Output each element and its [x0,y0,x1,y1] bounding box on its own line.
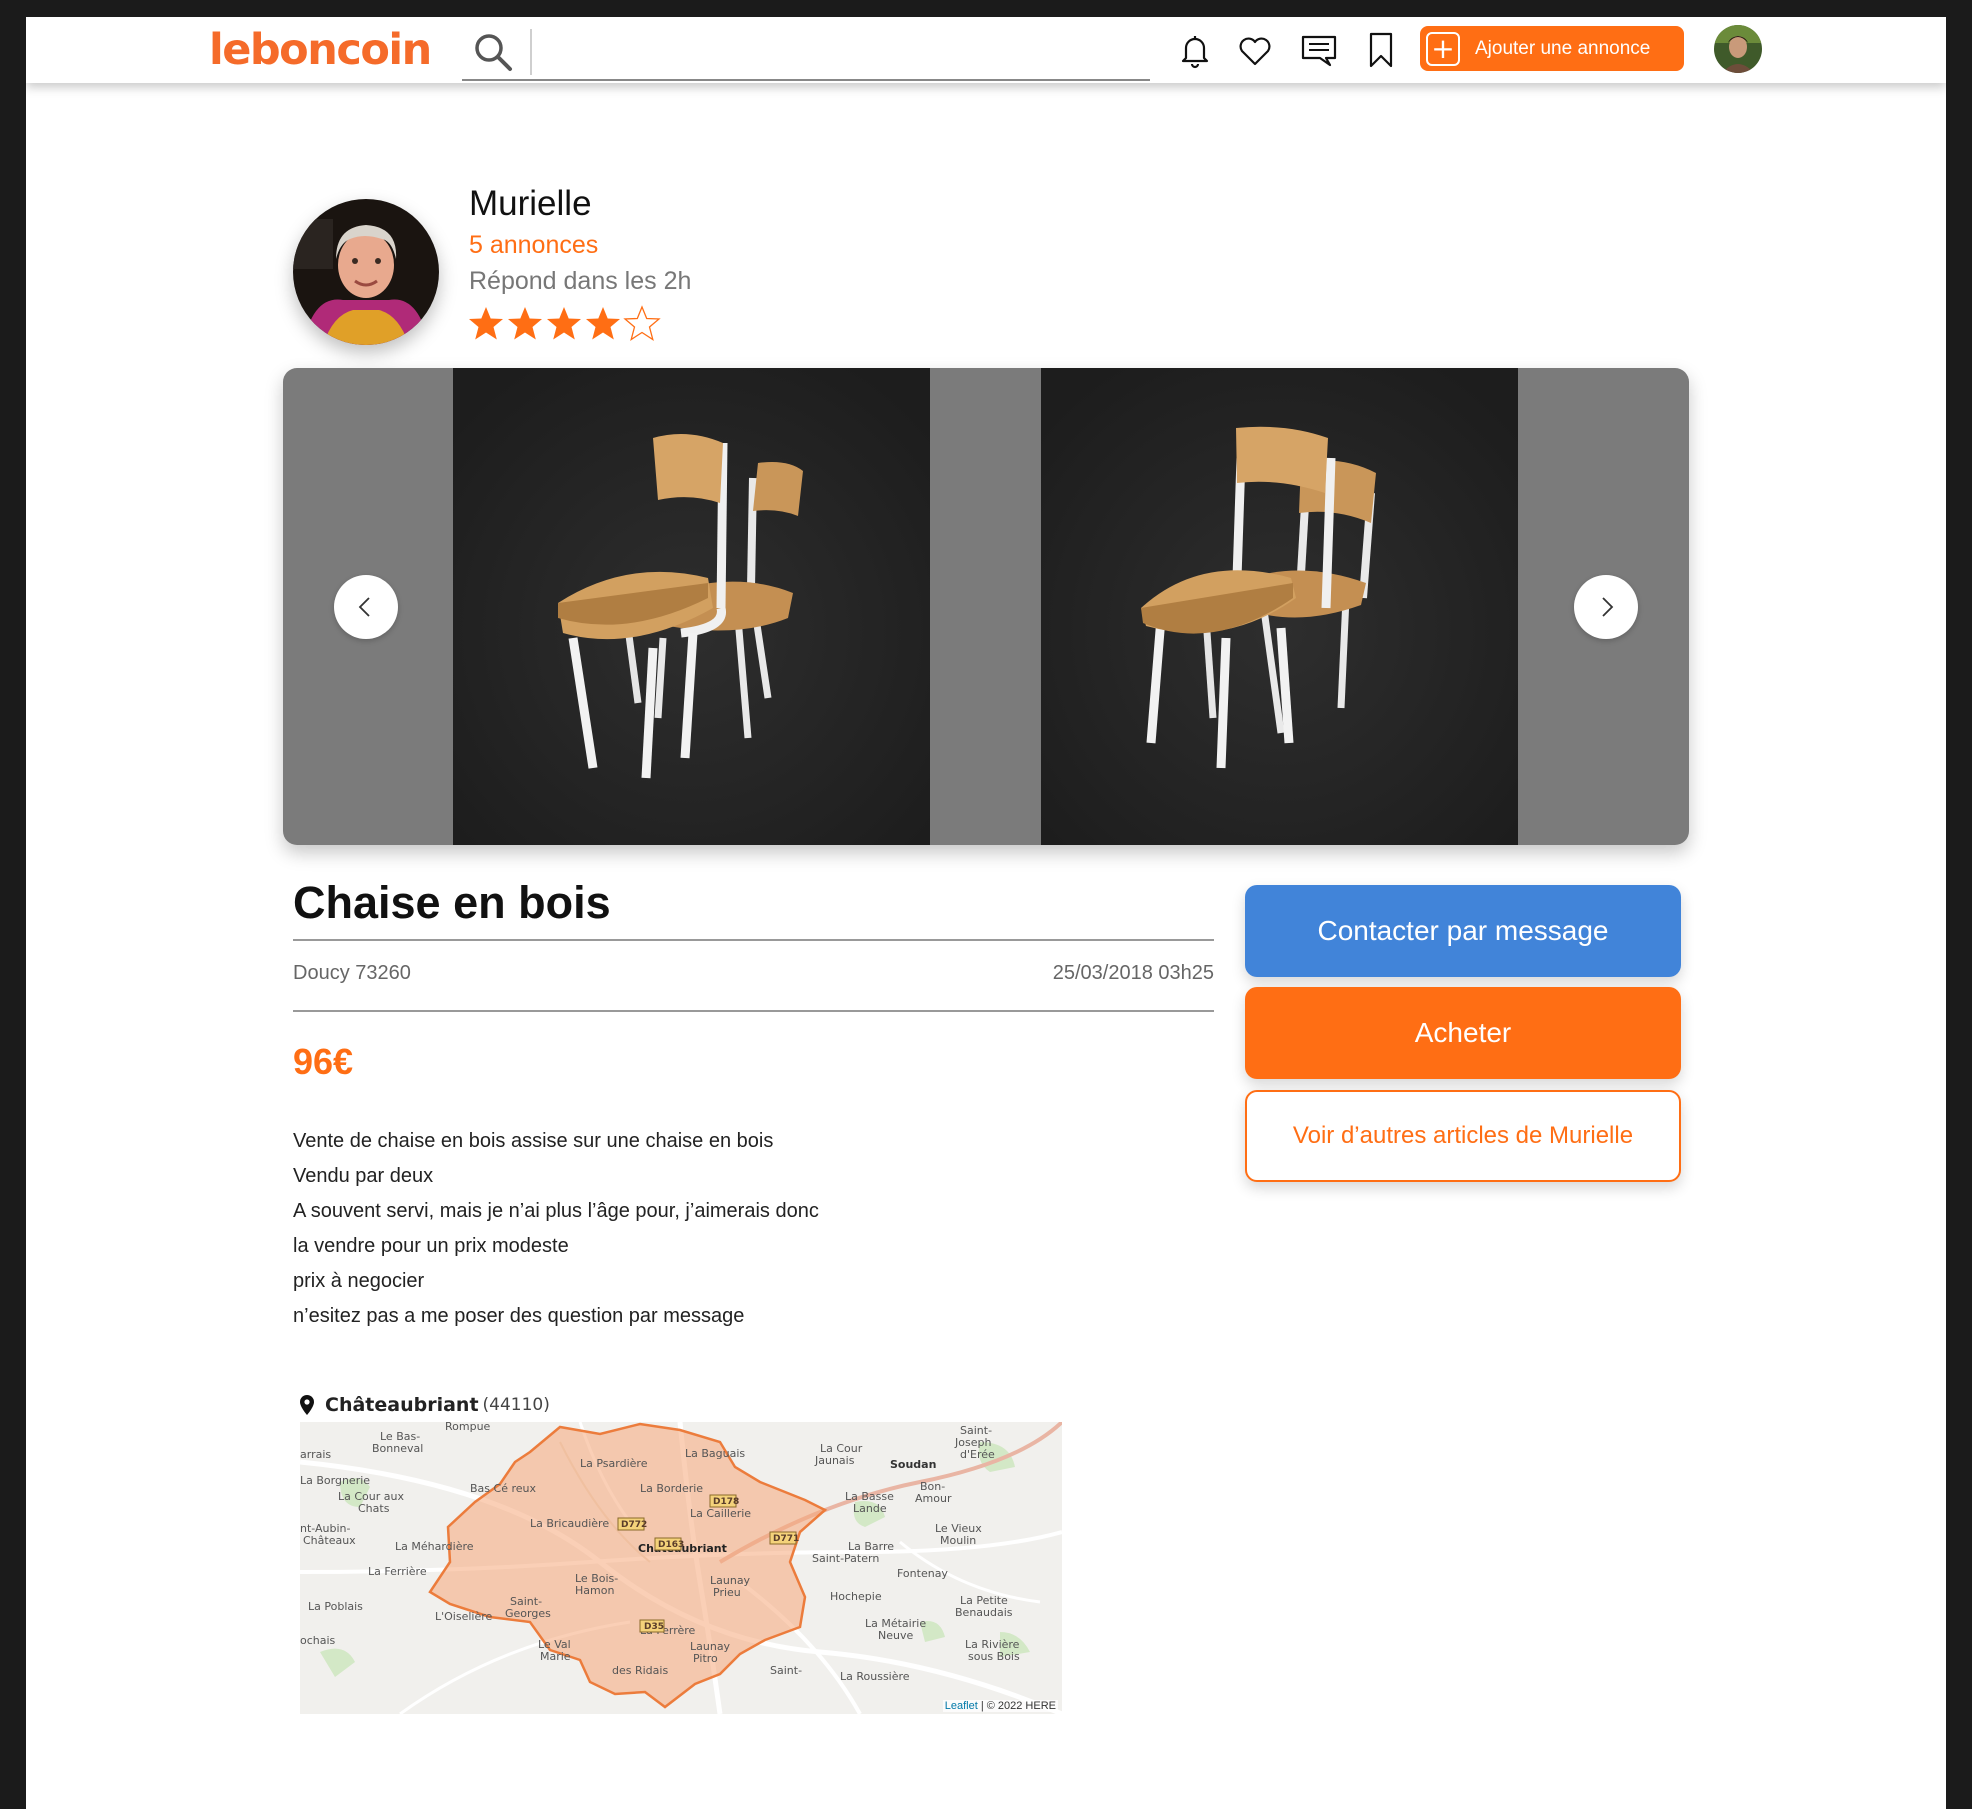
add-listing-button[interactable]: + Ajouter une annonce [1420,26,1684,71]
svg-text:Fontenay: Fontenay [897,1567,948,1580]
top-navigation-bar: leboncoin + Ajouter une annonce [26,17,1946,83]
leaflet-link[interactable]: Leaflet [945,1700,978,1712]
user-avatar[interactable] [1714,25,1762,73]
photo-gallery[interactable] [283,368,1689,845]
gallery-next-button[interactable] [1574,575,1638,639]
page: leboncoin + Ajouter une annonce Murielle… [26,17,1946,1809]
svg-text:d'Erée: d'Erée [960,1448,995,1461]
add-listing-label: Ajouter une annonce [1475,37,1651,59]
svg-text:L'Oiselière: L'Oiselière [435,1610,493,1623]
listing-photo-2[interactable] [1041,368,1518,845]
chevron-left-icon [358,597,370,617]
map-city: Châteaubriant [325,1394,479,1416]
svg-text:Jaunais: Jaunais [814,1454,855,1467]
description-line: A souvent servi, mais je n’ai plus l’âge… [293,1200,819,1222]
map-attribution: Leaflet | © 2022 HERE [942,1700,1058,1712]
location-map[interactable]: Rompue Le Bas- Bonneval La Cour Jaunais Sa… [300,1422,1062,1714]
svg-text:Bonneval: Bonneval [372,1442,423,1455]
svg-text:Hamon: Hamon [575,1584,614,1597]
description-line: la vendre pour un prix modeste [293,1235,569,1257]
description-line: Vendu par deux [293,1165,434,1187]
location-pin-icon [300,1395,314,1415]
chevron-right-icon [1602,597,1614,617]
search-icon[interactable] [472,31,514,73]
svg-text:Moulin: Moulin [940,1534,976,1547]
svg-text:Pitro: Pitro [693,1652,718,1665]
svg-text:La Psardière: La Psardière [580,1457,648,1470]
plus-icon: + [1426,31,1460,66]
description-line: n’esitez pas a me poser des question par… [293,1305,745,1327]
star-filled-icon [586,307,620,340]
svg-text:La Méhardière: La Méhardière [395,1540,474,1553]
svg-text:Saint-Patern: Saint-Patern [812,1552,879,1565]
gallery-prev-button[interactable] [334,575,398,639]
seller-rating [467,305,662,343]
map-attribution-text: | © 2022 HERE [977,1700,1056,1712]
map-zip: (44110) [482,1395,550,1415]
map-location-label: Châteaubriant (44110) [299,1394,550,1416]
svg-text:Prieu: Prieu [713,1586,741,1599]
divider [293,1010,1214,1012]
svg-text:La Poblais: La Poblais [308,1600,363,1613]
svg-text:Saint-: Saint- [770,1664,802,1677]
svg-text:sous Bois: sous Bois [968,1650,1020,1663]
svg-text:Soudan: Soudan [890,1458,936,1471]
description-line: prix à negocier [293,1270,425,1292]
description-line: Vente de chaise en bois assise sur une c… [293,1130,774,1152]
listing-description: Vente de chaise en bois assise sur une c… [293,1124,1053,1334]
svg-text:La Ferrière: La Ferrière [368,1565,427,1578]
svg-text:La Borderie: La Borderie [640,1482,703,1495]
messages-icon[interactable] [1300,31,1338,69]
star-empty-icon [623,305,661,341]
svg-text:La Bricaudière: La Bricaudière [530,1517,609,1530]
bell-icon[interactable] [1176,31,1214,69]
svg-text:La Baguais: La Baguais [685,1447,745,1460]
buy-button[interactable]: Acheter [1245,987,1681,1079]
svg-text:Marie: Marie [540,1650,571,1663]
search-input[interactable] [540,31,1144,75]
svg-text:Bas Cé reux: Bas Cé reux [470,1482,536,1495]
svg-text:D771: D771 [773,1534,799,1544]
listing-title: Chaise en bois [293,877,611,928]
svg-text:Georges: Georges [505,1607,551,1620]
listing-date: 25/03/2018 03h25 [1052,962,1214,984]
listing-location: Doucy 73260 [293,962,411,984]
search-divider [530,29,532,75]
seller-name[interactable]: Murielle [469,184,592,224]
leboncoin-logo[interactable]: leboncoin [209,25,432,75]
seller-response-time: Répond dans les 2h [469,267,692,295]
search-bar[interactable] [462,25,1150,81]
svg-text:Benaudais: Benaudais [955,1606,1013,1619]
listing-price: 96€ [293,1041,354,1082]
bookmark-icon[interactable] [1362,31,1400,69]
svg-text:arrais: arrais [300,1448,331,1461]
more-seller-items-button[interactable]: Voir d’autres articles de Murielle [1245,1090,1681,1182]
svg-text:D178: D178 [713,1497,739,1507]
svg-text:La Roussière: La Roussière [840,1670,910,1683]
listing-photo-1[interactable] [453,368,930,845]
svg-text:Neuve: Neuve [878,1629,913,1642]
star-filled-icon [547,307,581,340]
svg-text:La Caillerie: La Caillerie [690,1507,751,1520]
svg-text:La Borgnerie: La Borgnerie [300,1474,370,1487]
divider [293,939,1214,941]
star-filled-icon [508,307,542,340]
svg-text:Hochepie: Hochepie [830,1590,882,1603]
svg-text:D772: D772 [621,1520,647,1530]
svg-text:D163: D163 [658,1540,684,1550]
svg-text:Chats: Chats [358,1502,390,1515]
seller-listing-count[interactable]: 5 annonces [469,231,598,260]
svg-text:Lande: Lande [853,1502,887,1515]
svg-text:Amour: Amour [915,1492,952,1505]
svg-text:des Ridais: des Ridais [612,1664,668,1677]
seller-avatar[interactable] [293,199,439,345]
contact-message-button[interactable]: Contacter par message [1245,885,1681,977]
svg-text:ochais: ochais [300,1634,336,1647]
svg-text:Rompue: Rompue [445,1422,491,1433]
svg-text:Châteaux: Châteaux [303,1534,356,1547]
star-filled-icon [469,307,503,340]
svg-text:D35: D35 [644,1622,664,1632]
heart-icon[interactable] [1236,31,1274,69]
